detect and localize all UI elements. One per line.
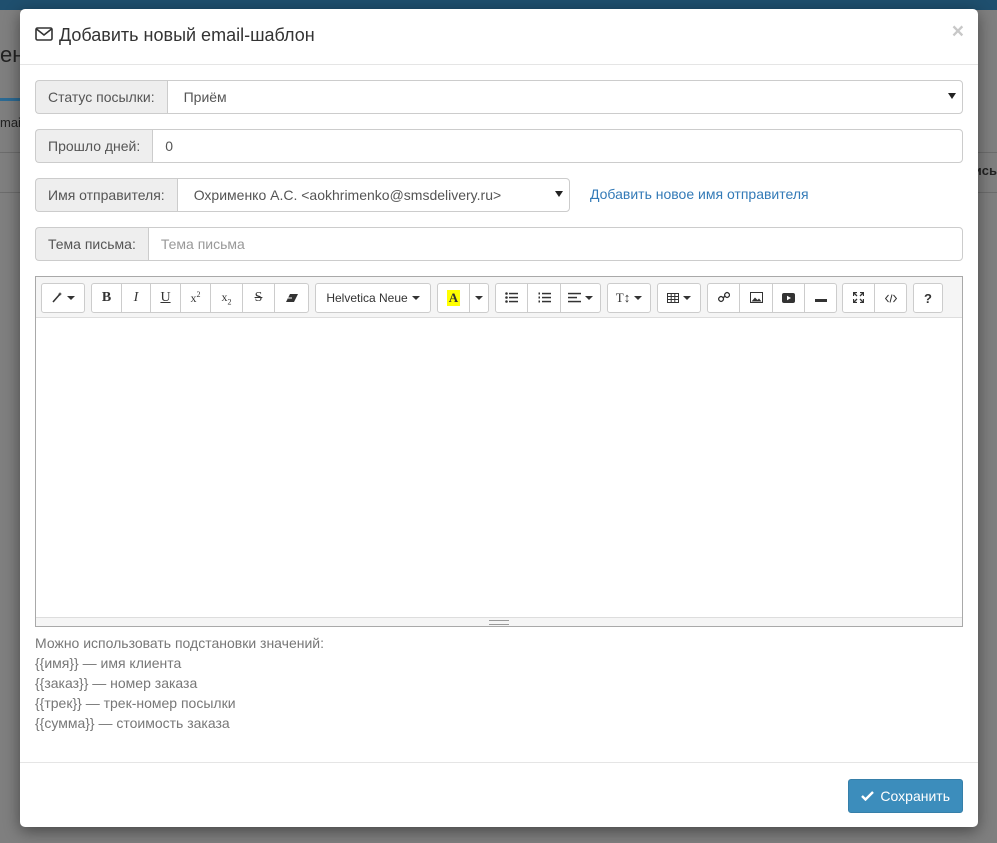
sender-select-value: Охрименко А.С. <aokhrimenko@smsdelivery.… — [193, 187, 502, 203]
days-label: Прошло дней: — [35, 129, 153, 163]
link-icon — [717, 291, 730, 306]
caret-down-icon — [948, 93, 956, 99]
font-family-value: Helvetica Neue — [326, 291, 408, 305]
status-select-value: Приём — [183, 89, 227, 105]
bulleted-list-icon — [505, 291, 518, 306]
background-divider — [0, 192, 20, 193]
subscript-button[interactable]: x2 — [210, 283, 243, 313]
caret-down-icon — [555, 191, 563, 197]
font-family-dropdown[interactable]: Helvetica Neue — [315, 283, 431, 313]
strikethrough-icon: S — [254, 290, 263, 305]
subject-input[interactable]: Тема письма — [147, 227, 963, 261]
subject-row: Тема письма: Тема письма — [35, 227, 963, 261]
sender-label: Имя отправителя: — [35, 178, 177, 212]
modal-title: Добавить новый email-шаблон — [35, 25, 315, 46]
help-button[interactable]: ? — [913, 283, 943, 313]
line-height-dropdown[interactable]: T↕ — [607, 283, 651, 313]
dropdown-caret-icon — [411, 296, 420, 300]
status-row: Статус посылки: Приём — [35, 80, 963, 114]
dropdown-caret-icon — [67, 296, 75, 300]
strikethrough-button[interactable]: S — [242, 283, 275, 313]
magic-wand-icon — [51, 291, 63, 306]
superscript-button[interactable]: x2 — [180, 283, 211, 313]
status-label: Статус посылки: — [35, 80, 167, 114]
video-icon — [782, 291, 795, 306]
days-row: Прошло дней: 0 — [35, 129, 963, 163]
hint-sum: {{сумма}} — стоимость заказа — [35, 715, 230, 731]
background-divider — [977, 152, 997, 153]
ordered-list-button[interactable] — [527, 283, 561, 313]
rich-text-editor: B I U x2 x2 S Helvetica Neue A T↕ ? — [35, 276, 963, 627]
image-button[interactable] — [739, 283, 773, 313]
status-select[interactable]: Приём — [166, 80, 963, 114]
dropdown-caret-icon — [683, 296, 691, 300]
days-input[interactable]: 0 — [152, 129, 963, 163]
sender-row: Имя отправителя: Охрименко А.С. <aokhrim… — [35, 178, 570, 212]
underline-button[interactable]: U — [150, 283, 181, 313]
email-template-modal: Добавить новый email-шаблон × Статус пос… — [20, 9, 978, 827]
horizontal-rule-button[interactable] — [804, 283, 837, 313]
text-color-letter: A — [446, 290, 461, 306]
dropdown-caret-icon — [475, 296, 483, 300]
background-tab-indicator — [0, 98, 20, 101]
code-icon — [884, 291, 897, 306]
check-icon — [861, 788, 875, 804]
dropdown-caret-icon — [634, 296, 643, 300]
envelope-icon — [35, 25, 53, 46]
image-icon — [749, 291, 763, 306]
fullscreen-icon — [852, 291, 865, 306]
close-button[interactable]: × — [952, 21, 964, 42]
modal-footer: Сохранить — [20, 762, 978, 827]
link-button[interactable] — [707, 283, 740, 313]
hint-name: {{имя}} — имя клиента — [35, 655, 182, 671]
hints-intro: Можно использовать подстановки значений: — [35, 635, 324, 651]
align-left-icon — [568, 291, 581, 306]
clear-format-button[interactable] — [274, 283, 309, 313]
unordered-list-button[interactable] — [495, 283, 528, 313]
color-dropdown-button[interactable] — [469, 283, 489, 313]
editor-content-area[interactable] — [36, 318, 962, 618]
background-divider — [977, 192, 997, 193]
numbered-list-icon — [538, 291, 551, 306]
bold-button[interactable]: B — [91, 283, 122, 313]
add-sender-link[interactable]: Добавить новое имя отправителя — [590, 186, 809, 202]
days-input-value: 0 — [165, 138, 174, 154]
code-view-button[interactable] — [874, 283, 907, 313]
subscript-icon: x2 — [221, 289, 232, 307]
text-color-button[interactable]: A — [437, 283, 470, 313]
style-button[interactable] — [41, 283, 85, 313]
editor-toolbar: B I U x2 x2 S Helvetica Neue A T↕ ? — [36, 277, 962, 318]
hint-track: {{трек}} — трек-номер посылки — [35, 695, 236, 711]
save-button[interactable]: Сохранить — [848, 779, 963, 813]
substitution-hints: Можно использовать подстановки значений:… — [35, 633, 324, 733]
table-icon — [667, 291, 679, 306]
modal-title-text: Добавить новый email-шаблон — [59, 25, 315, 45]
background-divider — [0, 152, 20, 153]
italic-button[interactable]: I — [121, 283, 151, 313]
modal-header: Добавить новый email-шаблон × — [20, 9, 978, 65]
hint-order: {{заказ}} — номер заказа — [35, 675, 198, 691]
table-dropdown[interactable] — [657, 283, 701, 313]
subject-input-placeholder: Тема письма — [160, 236, 245, 252]
subject-label: Тема письма: — [35, 227, 148, 261]
paragraph-align-dropdown[interactable] — [560, 283, 601, 313]
video-button[interactable] — [772, 283, 805, 313]
resize-grip-icon — [489, 619, 509, 625]
save-button-label: Сохранить — [880, 788, 950, 804]
fullscreen-button[interactable] — [842, 283, 875, 313]
text-height-icon: T↕ — [615, 290, 631, 305]
minus-icon — [814, 291, 827, 306]
editor-resize-bar[interactable] — [36, 617, 962, 626]
superscript-icon: x2 — [190, 290, 201, 305]
dropdown-caret-icon — [585, 296, 593, 300]
eraser-icon — [285, 291, 299, 306]
sender-select[interactable]: Охрименко А.С. <aokhrimenko@smsdelivery.… — [176, 178, 570, 212]
background-left-fragment: mai — [0, 115, 21, 130]
